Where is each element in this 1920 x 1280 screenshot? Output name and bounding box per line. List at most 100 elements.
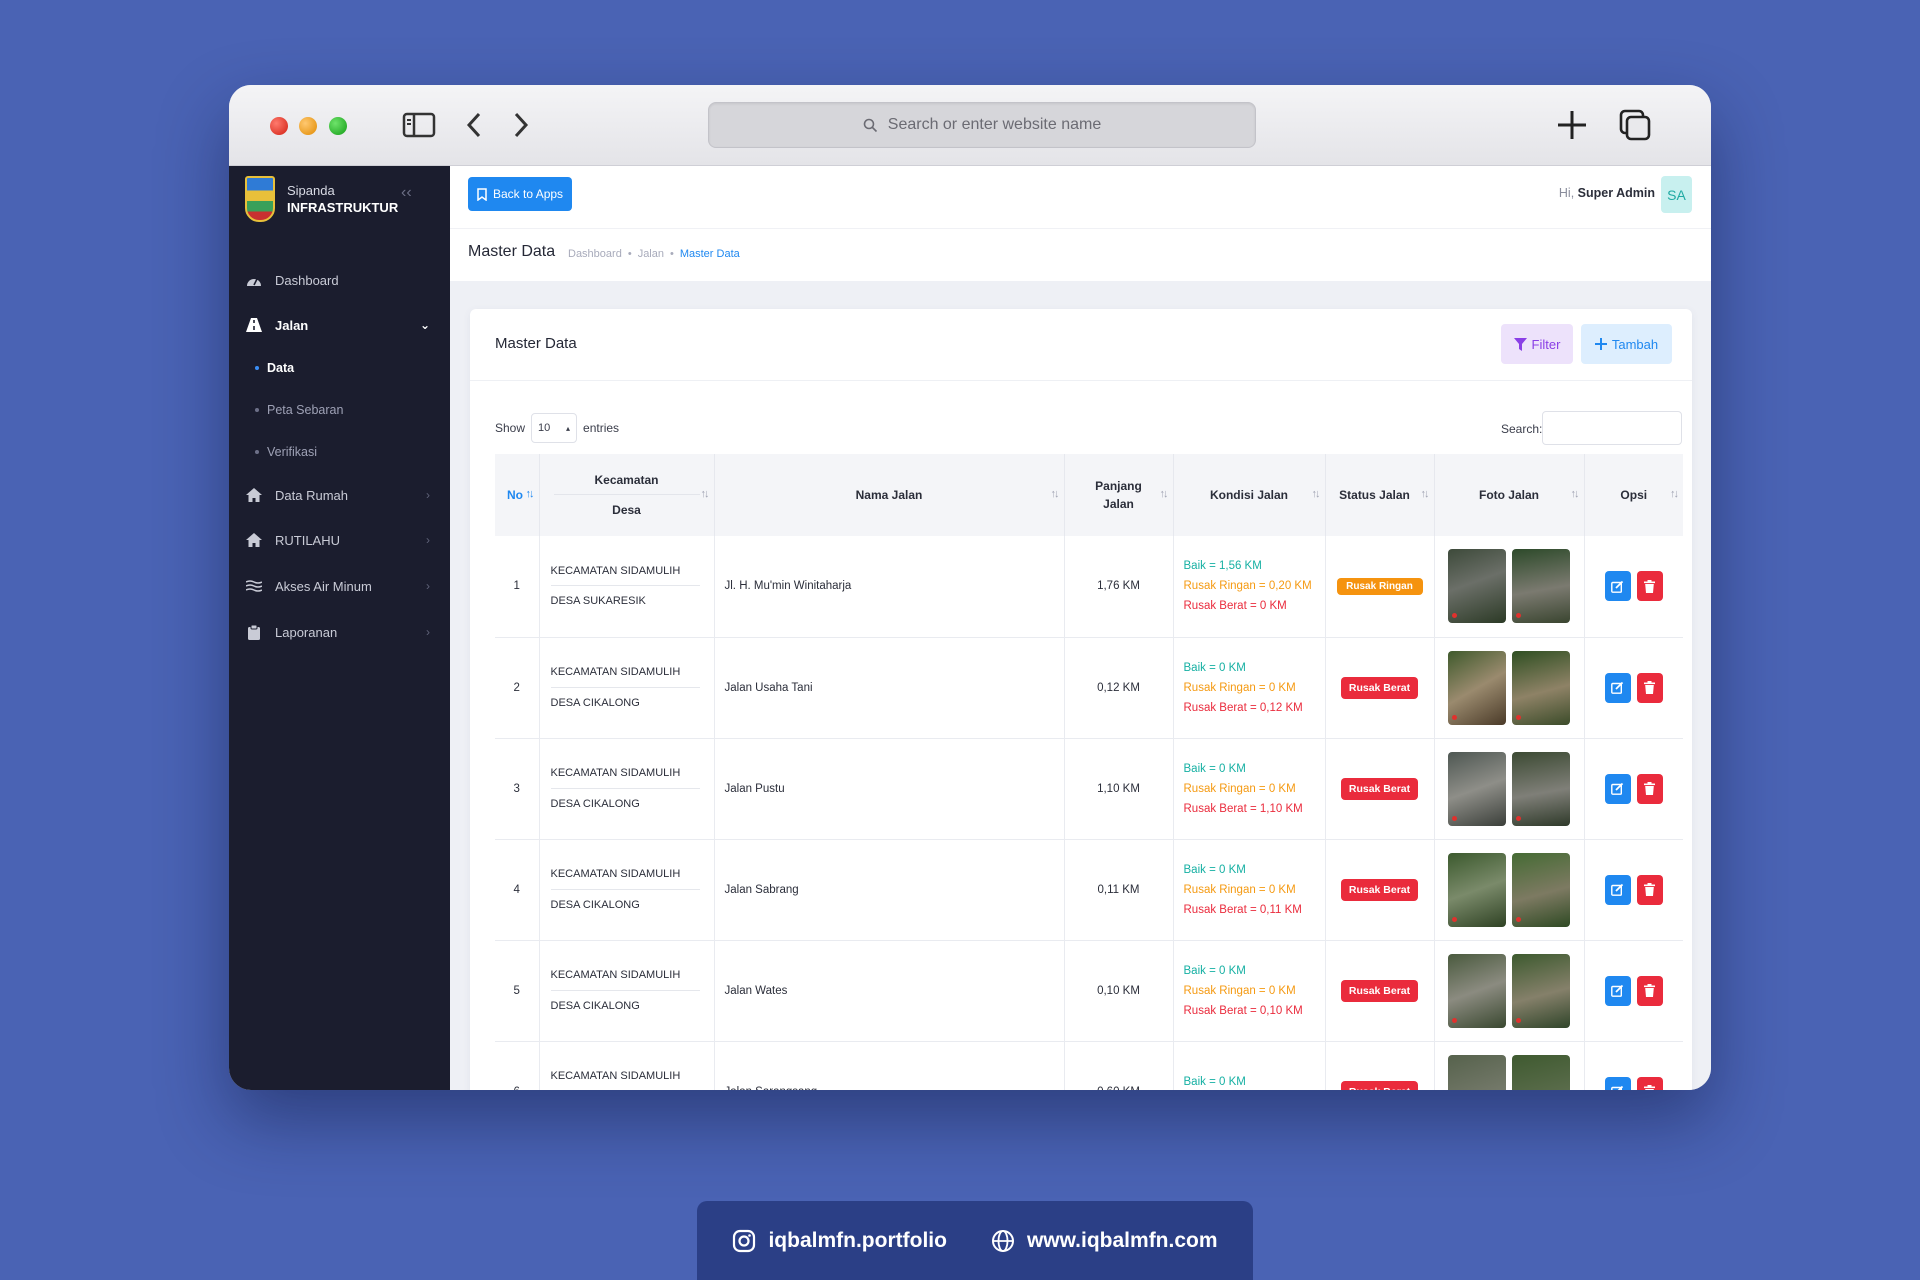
- breadcrumb-dashboard[interactable]: Dashboard: [568, 248, 622, 260]
- new-tab-icon[interactable]: [1552, 107, 1592, 143]
- close-window-button[interactable]: [270, 117, 288, 135]
- browser-toolbar: Search or enter website name: [229, 85, 1711, 166]
- road-photo-thumbnail[interactable]: [1448, 953, 1506, 1028]
- road-photo-thumbnail[interactable]: [1512, 953, 1570, 1028]
- col-no[interactable]: No ↑↓: [495, 454, 540, 536]
- status-badge: Rusak Berat: [1340, 777, 1419, 800]
- address-bar[interactable]: Search or enter website name: [708, 102, 1256, 148]
- sidebar-item-dashboard[interactable]: Dashboard: [229, 262, 450, 298]
- edit-button[interactable]: [1604, 1076, 1631, 1090]
- clipboard-icon: [243, 624, 265, 640]
- trash-icon: [1644, 883, 1656, 896]
- col-opsi[interactable]: Opsi ↑↓: [1584, 454, 1683, 536]
- filter-icon: [1513, 337, 1527, 351]
- road-photo-thumbnail[interactable]: [1512, 1054, 1570, 1090]
- breadcrumb: Dashboard • Jalan • Master Data: [568, 248, 740, 260]
- col-no-label: No: [507, 488, 523, 502]
- col-foto-jalan[interactable]: Foto Jalan ↑↓: [1434, 454, 1585, 536]
- kondisi-baik: Baik = 1,56 KM: [1183, 560, 1262, 573]
- table-row: 4 KECAMATAN SIDAMULIH DESA CIKALONG Jalan S…: [495, 839, 1683, 941]
- sidebar-item-jalan[interactable]: Jalan ⌄: [229, 307, 450, 343]
- sort-icon: ↑↓: [700, 488, 710, 500]
- cell-no: 3: [495, 738, 540, 840]
- table-search-input[interactable]: [1542, 411, 1682, 445]
- avatar[interactable]: SA: [1661, 176, 1692, 213]
- cell-status: Rusak Berat: [1325, 637, 1435, 739]
- cell-kondisi: Baik = 1,56 KM Rusak Ringan = 0,20 KM Rusa…: [1173, 536, 1326, 638]
- road-photo-thumbnail[interactable]: [1448, 751, 1506, 826]
- sidebar-subitem-data[interactable]: Data: [255, 361, 294, 375]
- delete-button[interactable]: [1636, 571, 1663, 602]
- road-photo-thumbnail[interactable]: [1512, 650, 1570, 725]
- delete-button[interactable]: [1636, 874, 1663, 905]
- delete-button[interactable]: [1636, 672, 1663, 703]
- trash-icon: [1644, 1085, 1656, 1090]
- sidebar-item-label: Dashboard: [275, 272, 339, 288]
- edit-button[interactable]: [1604, 874, 1631, 905]
- filter-button[interactable]: Filter: [1501, 324, 1573, 364]
- breadcrumb-jalan[interactable]: Jalan: [638, 248, 664, 260]
- table-row: 1 KECAMATAN SIDAMULIH DESA SUKARESIK Jl. H.…: [495, 536, 1683, 638]
- road-photo-thumbnail[interactable]: [1512, 852, 1570, 927]
- col-panjang-jalan[interactable]: Panjang Jalan ↑↓: [1064, 454, 1174, 536]
- home-icon: [243, 488, 265, 502]
- tambah-button[interactable]: Tambah: [1581, 324, 1672, 364]
- col-kecamatan-label: Kecamatan: [553, 465, 700, 495]
- road-photo-thumbnail[interactable]: [1512, 549, 1570, 624]
- edit-button[interactable]: [1604, 975, 1631, 1006]
- sidebar-item-data-rumah[interactable]: Data Rumah ›: [229, 477, 450, 513]
- cell-kecamatan-desa: KECAMATAN SIDAMULIH DESA CIKALONG: [539, 637, 715, 739]
- col-nama-label: Nama Jalan: [855, 488, 923, 502]
- cell-foto: [1434, 940, 1585, 1042]
- forward-nav-icon[interactable]: [501, 107, 541, 143]
- plus-icon: [1594, 338, 1607, 350]
- edit-button[interactable]: [1604, 672, 1631, 703]
- back-to-apps-button[interactable]: Back to Apps: [468, 177, 573, 211]
- kondisi-baik: Baik = 0 KM: [1183, 762, 1246, 775]
- website-link[interactable]: www.iqbalmfn.com: [991, 1229, 1218, 1253]
- col-kecamatan-desa[interactable]: Kecamatan Desa ↑↓: [539, 454, 715, 536]
- col-nama-jalan[interactable]: Nama Jalan ↑↓: [714, 454, 1065, 536]
- breadcrumb-current: Master Data: [679, 248, 740, 260]
- sidebar-subitem-verifikasi[interactable]: Verifikasi: [255, 445, 317, 459]
- edit-button[interactable]: [1604, 773, 1631, 804]
- sort-icon: ↑↓: [1570, 488, 1580, 500]
- back-nav-icon[interactable]: [454, 107, 494, 143]
- maximize-window-button[interactable]: [329, 117, 347, 135]
- delete-button[interactable]: [1636, 1076, 1663, 1090]
- road-photo-thumbnail[interactable]: [1448, 549, 1506, 624]
- sort-icon: ↑↓: [1420, 488, 1430, 500]
- delete-button[interactable]: [1636, 975, 1663, 1006]
- sidebar-item-akses-air-minum[interactable]: Akses Air Minum ›: [229, 568, 450, 604]
- col-status-jalan[interactable]: Status Jalan ↑↓: [1325, 454, 1435, 536]
- minimize-window-button[interactable]: [299, 117, 317, 135]
- brand[interactable]: Sipanda INFRASTRUKTUR: [245, 176, 398, 222]
- kondisi-rusak-berat: Rusak Berat = 0,12 KM: [1183, 701, 1303, 714]
- status-badge: Rusak Berat: [1340, 1080, 1419, 1090]
- chevron-right-icon: ›: [426, 625, 430, 639]
- sidebar-item-rutilahu[interactable]: RUTILAHU ›: [229, 522, 450, 558]
- cell-nama-jalan: Jalan Wates: [714, 940, 1065, 1042]
- edit-button[interactable]: [1604, 571, 1631, 602]
- cell-opsi: [1584, 940, 1683, 1042]
- collapse-sidebar-icon[interactable]: ‹‹: [401, 184, 412, 202]
- bullet-icon: [255, 366, 259, 370]
- road-photo-thumbnail[interactable]: [1448, 650, 1506, 725]
- status-badge: Rusak Berat: [1340, 676, 1419, 699]
- sidebar-toggle-icon[interactable]: [399, 107, 439, 143]
- sidebar-subitem-peta-sebaran[interactable]: Peta Sebaran: [255, 403, 343, 417]
- road-photo-thumbnail[interactable]: [1448, 852, 1506, 927]
- trash-icon: [1644, 984, 1656, 997]
- brand-name: Sipanda: [287, 183, 335, 198]
- show-entries: Show 10 ▴ entries: [495, 413, 619, 443]
- road-photo-thumbnail[interactable]: [1512, 751, 1570, 826]
- tabs-overview-icon[interactable]: [1615, 107, 1655, 143]
- col-kondisi-jalan[interactable]: Kondisi Jalan ↑↓: [1173, 454, 1326, 536]
- delete-button[interactable]: [1636, 773, 1663, 804]
- road-photo-thumbnail[interactable]: [1448, 1054, 1506, 1090]
- select-arrows-icon: ▴: [566, 423, 571, 433]
- instagram-link[interactable]: iqbalmfn.portfolio: [732, 1229, 947, 1253]
- entries-select[interactable]: 10 ▴: [531, 413, 578, 443]
- sidebar-item-laporanan[interactable]: Laporanan ›: [229, 614, 450, 650]
- entries-label: entries: [583, 421, 620, 435]
